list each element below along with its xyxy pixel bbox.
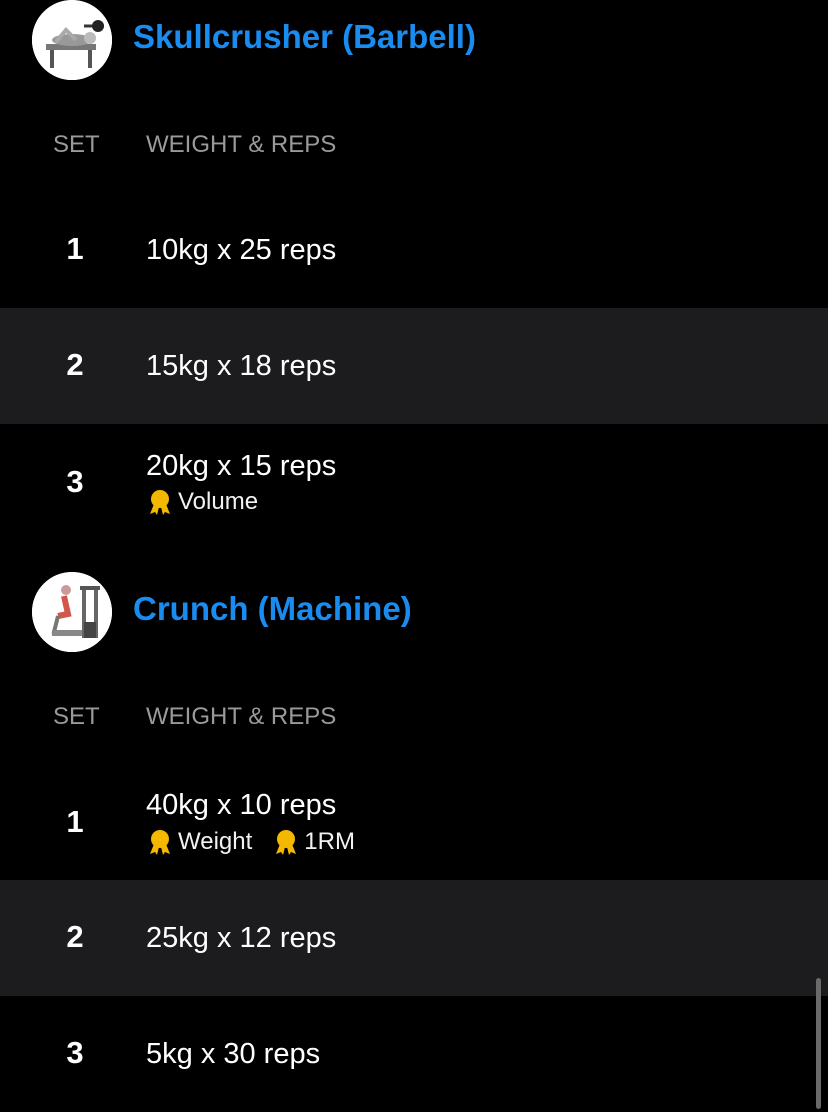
weight-reps-column-label: WEIGHT & REPS: [146, 703, 337, 730]
exercise-thumbnail[interactable]: [32, 572, 112, 652]
set-row[interactable]: 3 5kg x 30 reps: [0, 996, 828, 1112]
scrollbar[interactable]: [816, 978, 821, 1109]
set-row[interactable]: 1 40kg x 10 reps Weight 1RM: [0, 764, 828, 880]
set-number: 2: [66, 919, 84, 954]
set-column-label: SET: [53, 703, 100, 730]
badge-label: 1RM: [304, 828, 355, 855]
exercise-header-skullcrusher[interactable]: Skullcrusher (Barbell): [0, 0, 828, 80]
set-row[interactable]: 3 20kg x 15 reps Volume: [0, 424, 828, 540]
exercise-thumbnail[interactable]: [32, 0, 112, 80]
weight-reps-value: 10kg x 25 reps: [146, 234, 337, 266]
weight-reps-value: 15kg x 18 reps: [146, 350, 337, 382]
weight-reps-value: 20kg x 15 reps: [146, 450, 337, 482]
badge-label: Weight: [178, 828, 253, 855]
volume-record-badge: Volume: [146, 488, 258, 516]
set-number: 2: [66, 347, 84, 382]
medal-icon: [150, 490, 170, 515]
medal-icon: [150, 830, 170, 855]
set-row[interactable]: 2 15kg x 18 reps: [0, 308, 828, 424]
weight-reps-value: 25kg x 12 reps: [146, 922, 337, 954]
weight-reps-column-label: WEIGHT & REPS: [146, 131, 337, 158]
weight-reps-value: 5kg x 30 reps: [146, 1038, 321, 1070]
exercise-header-crunch[interactable]: Crunch (Machine): [0, 572, 828, 652]
badge-label: Volume: [178, 488, 259, 515]
set-number: 1: [66, 231, 84, 266]
set-row[interactable]: 1 10kg x 25 reps: [0, 192, 828, 308]
record-badges: Volume: [146, 488, 278, 516]
set-column-label: SET: [53, 131, 100, 158]
column-header: SET WEIGHT & REPS: [0, 697, 828, 737]
set-number: 3: [66, 464, 84, 499]
one-rep-max-record-badge: 1RM: [272, 828, 355, 856]
exercise-title[interactable]: Skullcrusher (Barbell): [133, 18, 476, 56]
set-number: 3: [66, 1035, 84, 1070]
set-row[interactable]: 2 25kg x 12 reps: [0, 880, 828, 996]
skullcrusher-illustration-icon: [32, 0, 112, 80]
column-header: SET WEIGHT & REPS: [0, 125, 828, 165]
crunch-machine-illustration-icon: [32, 572, 112, 652]
set-number: 1: [66, 804, 84, 839]
weight-record-badge: Weight: [146, 828, 252, 856]
medal-icon: [276, 830, 297, 855]
exercise-title[interactable]: Crunch (Machine): [133, 590, 412, 628]
record-badges: Weight 1RM: [146, 828, 375, 856]
weight-reps-value: 40kg x 10 reps: [146, 789, 337, 821]
